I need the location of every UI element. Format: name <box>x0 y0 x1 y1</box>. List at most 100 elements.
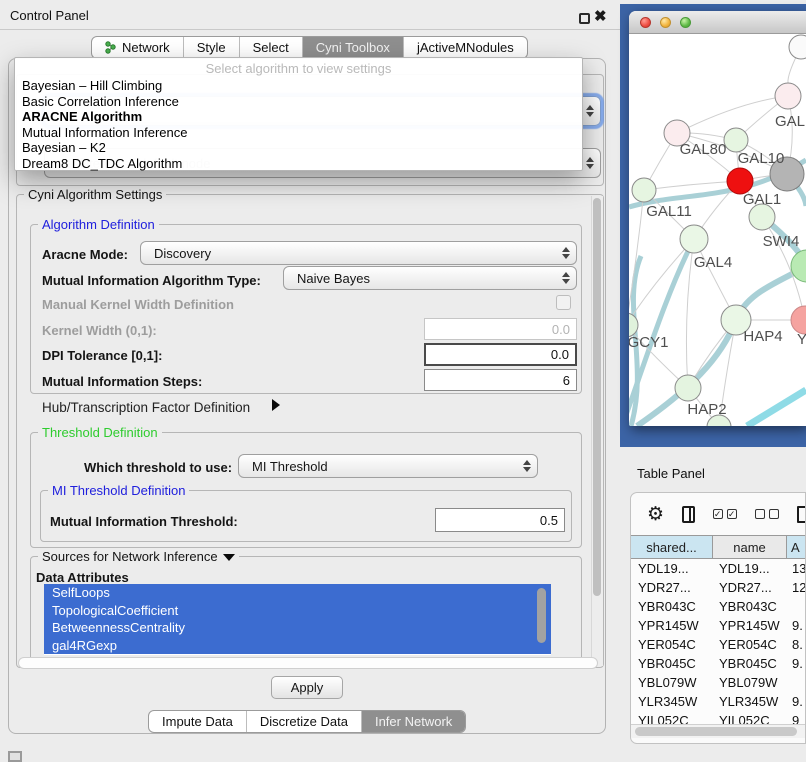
close-traffic-light-icon[interactable] <box>640 17 651 28</box>
table-row[interactable]: YDL19...YDL19...13 <box>631 559 806 578</box>
network-icon <box>105 41 117 54</box>
control-panel-title: Control Panel <box>10 8 89 23</box>
dpi-tolerance-label: DPI Tolerance [0,1]: <box>42 348 162 363</box>
table-horizontal-scrollbar[interactable] <box>631 724 806 738</box>
tab-select[interactable]: Select <box>239 37 302 58</box>
dropdown-item[interactable]: Bayesian – Hill Climbing <box>15 78 582 94</box>
tab-jactivemnodules[interactable]: jActiveMNodules <box>403 37 527 58</box>
dropdown-item[interactable]: Dream8 DC_TDC Algorithm <box>15 156 582 172</box>
node-label: GCY1 <box>629 334 668 351</box>
tab-discretize-data[interactable]: Discretize Data <box>246 711 361 732</box>
table-row[interactable]: YER054CYER054C8. <box>631 635 806 654</box>
node-label: GAL1 <box>743 191 781 208</box>
data-attributes-list[interactable]: SelfLoops TopologicalCoefficient Between… <box>44 584 551 655</box>
mi-type-combo[interactable]: Naive Bayes <box>283 266 577 290</box>
collapse-arrow-icon[interactable] <box>223 554 235 561</box>
combo-arrows-icon <box>556 272 576 284</box>
which-threshold-combo[interactable]: MI Threshold <box>238 454 538 478</box>
list-item[interactable]: TopologicalCoefficient <box>44 602 551 620</box>
table-row[interactable]: YBL079WYBL079W <box>631 673 806 692</box>
export-table-icon[interactable] <box>797 506 806 523</box>
node-label: GAL10 <box>738 150 785 167</box>
node-HAP2[interactable] <box>675 375 701 401</box>
list-item[interactable]: gal4RGexp <box>44 637 551 655</box>
mi-steps-input[interactable]: 6 <box>424 369 577 391</box>
tab-infer-network[interactable]: Infer Network <box>361 711 465 732</box>
deselect-all-columns-icon[interactable] <box>755 509 779 519</box>
node-GAL11[interactable] <box>632 178 656 202</box>
network-window-titlebar[interactable] <box>629 11 806 34</box>
network-canvas[interactable]: GAL GAL80 GAL10 GAL1 GAL11 SWI4 GAL4 GCY… <box>629 34 806 426</box>
cell: 12 <box>787 580 806 595</box>
disclosure-arrow-icon[interactable] <box>272 399 280 411</box>
node-label: HAP2 <box>687 401 726 418</box>
tab-jactivemnodules-label: jActiveMNodules <box>417 40 514 55</box>
tab-impute-data[interactable]: Impute Data <box>149 711 246 732</box>
node-GAL4[interactable] <box>680 225 708 253</box>
gear-icon[interactable]: ⚙ <box>647 505 664 524</box>
mi-threshold-input[interactable]: 0.5 <box>435 508 565 532</box>
dropdown-item[interactable]: Bayesian – K2 <box>15 140 582 156</box>
close-icon[interactable]: ✖ <box>594 7 607 25</box>
cell: YBL079W <box>631 675 713 690</box>
network-view-window[interactable]: GAL GAL80 GAL10 GAL1 GAL11 SWI4 GAL4 GCY… <box>629 11 806 426</box>
table-row[interactable]: YLR345WYLR345W9. <box>631 692 806 711</box>
zoom-traffic-light-icon[interactable] <box>680 17 691 28</box>
column-header-partial[interactable]: A <box>787 536 806 558</box>
node-label: GAL4 <box>694 254 732 271</box>
select-all-columns-icon[interactable]: ✓✓ <box>713 509 737 519</box>
cell: YBL079W <box>713 675 787 690</box>
tab-select-label: Select <box>253 40 289 55</box>
list-item[interactable]: BetweennessCentrality <box>44 619 551 637</box>
column-header-shared-name[interactable]: shared... <box>631 536 713 558</box>
tab-network[interactable]: Network <box>92 37 183 58</box>
apply-button-label: Apply <box>291 680 324 695</box>
node-pink-top[interactable] <box>775 83 801 109</box>
node-label: Y <box>797 331 806 348</box>
cell: YBR045C <box>713 656 787 671</box>
table-row[interactable]: YBR043CYBR043C <box>631 597 806 616</box>
dropdown-item[interactable]: Basic Correlation Inference <box>15 94 582 110</box>
algorithm-dropdown-popup: Select algorithm to view settings Bayesi… <box>14 57 583 171</box>
apply-button[interactable]: Apply <box>271 676 343 699</box>
table-horizontal-scrollbar-thumb[interactable] <box>635 727 797 736</box>
dpi-tolerance-input[interactable]: 0.0 <box>424 343 577 366</box>
dpi-tolerance-value: 0.0 <box>551 347 569 362</box>
table-row[interactable]: YBR045CYBR045C9. <box>631 654 806 673</box>
control-panel-titlebar <box>0 0 620 30</box>
dropdown-item[interactable]: Mutual Information Inference <box>15 125 582 141</box>
column-header-name[interactable]: name <box>713 536 787 558</box>
table-rows: YDL19...YDL19...13 YDR27...YDR27...12 YB… <box>631 559 806 724</box>
tab-style[interactable]: Style <box>183 37 239 58</box>
kernel-width-input[interactable]: 0.0 <box>424 318 577 340</box>
data-attributes-label: Data Attributes <box>36 570 129 585</box>
manual-kernel-checkbox[interactable] <box>556 295 571 310</box>
table-panel: ⚙ ✓✓ shared... name A YDL19...YDL19...13… <box>630 492 806 744</box>
cell: YLR345W <box>713 694 787 709</box>
settings-scrollbar-thumb[interactable] <box>593 198 601 596</box>
manual-kernel-label: Manual Kernel Width Definition <box>42 297 234 312</box>
aracne-mode-value: Discovery <box>141 246 556 261</box>
settings-horizontal-scrollbar[interactable] <box>18 657 598 669</box>
tab-impute-data-label: Impute Data <box>162 714 233 729</box>
list-item[interactable]: SelfLoops <box>44 584 551 602</box>
aracne-mode-combo[interactable]: Discovery <box>140 241 577 265</box>
float-window-icon[interactable] <box>579 13 590 24</box>
attribute-list-scrollbar-thumb[interactable] <box>537 588 546 643</box>
collapsed-panel-handle[interactable] <box>8 751 22 762</box>
node-unlabeled-top[interactable] <box>789 35 806 59</box>
dropdown-item-selected[interactable]: ARACNE Algorithm <box>15 109 582 125</box>
table-row[interactable]: YPR145WYPR145W9. <box>631 616 806 635</box>
tab-cyni-toolbox[interactable]: Cyni Toolbox <box>302 37 403 58</box>
columns-icon[interactable] <box>682 506 695 523</box>
node-label: HAP4 <box>743 328 782 345</box>
cell: YPR145W <box>713 618 787 633</box>
node-salmon-right[interactable] <box>791 306 806 334</box>
table-row[interactable]: YDR27...YDR27...12 <box>631 578 806 597</box>
table-row[interactable]: YIL052CYIL052C9 <box>631 711 806 724</box>
cell: YIL052C <box>631 713 713 724</box>
cell: 9. <box>787 656 806 671</box>
cell: YER054C <box>713 637 787 652</box>
minimize-traffic-light-icon[interactable] <box>660 17 671 28</box>
node-GAL10[interactable] <box>724 128 748 152</box>
